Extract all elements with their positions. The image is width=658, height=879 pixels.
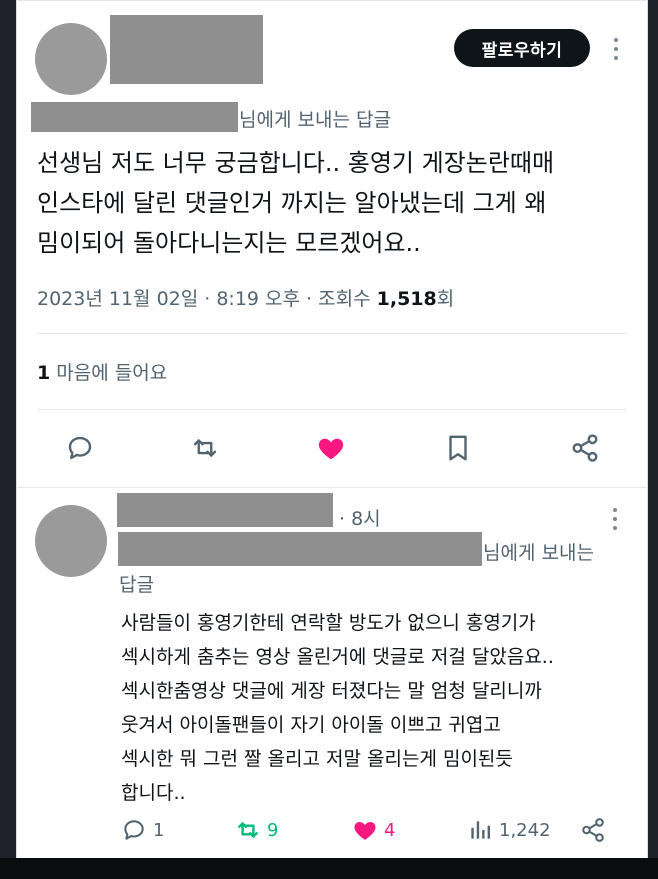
like-icon — [354, 821, 376, 840]
views-count: 1,242 — [499, 819, 551, 841]
share-icon — [582, 818, 604, 842]
like-button[interactable] — [314, 431, 348, 465]
reply-to-handle-redacted — [118, 532, 482, 566]
bottom-bar — [0, 858, 658, 879]
reply-icon — [124, 820, 144, 840]
reply-button[interactable] — [63, 431, 97, 465]
reply-text-line: 합니다.. — [121, 782, 186, 804]
retweet-icon — [238, 822, 258, 838]
views-unit: 회 — [436, 288, 455, 310]
reply-retweets-button[interactable]: 9 — [235, 817, 278, 843]
share-button[interactable] — [568, 431, 602, 465]
bookmark-icon — [449, 435, 467, 461]
likes-summary[interactable]: 1 마음에 들어요 — [37, 358, 167, 385]
reply-to-label: 님에게 보내는 답글 — [239, 109, 391, 131]
retweet-icon — [193, 439, 217, 457]
retweet-count: 9 — [267, 819, 279, 841]
likes-label: 마음에 들어요 — [50, 362, 168, 384]
reply-to-label-cont: 답글 — [119, 574, 154, 596]
reply-more-options-icon[interactable] — [613, 508, 619, 530]
views-chart-icon — [471, 821, 490, 839]
more-options-icon[interactable] — [614, 38, 620, 60]
divider — [17, 487, 647, 488]
tweet-text-line: 밈이되어 돌아다니는지는 모르겠어요.. — [37, 229, 421, 257]
tweet-text-line: 인스타에 달린 댓글인거 까지는 알아냈는데 그게 왜 — [37, 189, 547, 217]
author-avatar[interactable] — [35, 23, 107, 95]
divider — [37, 333, 627, 334]
reply-text: 사람들이 홍영기한테 연락할 방도가 없으니 홍영기가 섹시하게 춤추는 영상 … — [121, 606, 641, 810]
screen-background: 팔로우하기 님에게 보내는 답글 선생님 저도 너무 궁금합니다.. 홍영기 게… — [0, 0, 658, 879]
share-icon — [572, 434, 598, 462]
tweet-text: 선생님 저도 너무 궁금합니다.. 홍영기 게장논란때매 인스타에 달린 댓글인… — [37, 143, 637, 263]
reply-text-line: 웃겨서 아이돌팬들이 자기 아이돌 이쁘고 귀엽고 — [121, 714, 501, 736]
like-count: 4 — [384, 819, 396, 841]
retweet-button[interactable] — [188, 431, 222, 465]
reply-text-line: 섹시한 뭐 그런 짤 올리고 저말 올리는게 밈이된듯 — [121, 748, 513, 770]
likes-count: 1 — [37, 362, 51, 384]
reply-icon — [68, 436, 92, 460]
reply-likes-button[interactable]: 4 — [352, 817, 395, 843]
reply-to-handle-redacted — [31, 102, 238, 132]
reply-share-button[interactable] — [580, 817, 606, 843]
follow-button[interactable]: 팔로우하기 — [454, 29, 590, 67]
reply-text-line: 섹시하게 춤추는 영상 올린거에 댓글로 저걸 달았음요.. — [121, 646, 554, 668]
reply-author-name-redacted — [117, 493, 333, 527]
tweet-card: 팔로우하기 님에게 보내는 답글 선생님 저도 너무 궁금합니다.. 홍영기 게… — [16, 0, 648, 859]
reply-text-line: 섹시한춤영상 댓글에 게장 터졌다는 말 엄청 달리니까 — [121, 680, 542, 702]
reply-to-label: 님에게 보내는 — [483, 542, 594, 564]
reply-text-line: 사람들이 홍영기한테 연락할 방도가 없으니 홍영기가 — [121, 612, 536, 634]
reply-count: 1 — [153, 819, 165, 841]
bookmark-button[interactable] — [441, 431, 475, 465]
reply-replies-button[interactable]: 1 — [121, 817, 164, 843]
reply-time[interactable]: · 8시 — [339, 504, 381, 531]
author-name-redacted — [110, 15, 263, 84]
views-count: 1,518 — [376, 288, 437, 310]
like-icon — [318, 438, 344, 460]
tweet-text-line: 선생님 저도 너무 궁금합니다.. 홍영기 게장논란때매 — [37, 149, 555, 177]
reply-views-button[interactable]: 1,242 — [467, 817, 551, 843]
timestamp-and-views-label[interactable]: 2023년 11월 02일 · 8:19 오후 · 조회수 — [37, 288, 377, 310]
divider — [37, 409, 627, 410]
tweet-meta: 2023년 11월 02일 · 8:19 오후 · 조회수 1,518회 — [37, 284, 454, 311]
reply-author-avatar[interactable] — [35, 505, 107, 577]
